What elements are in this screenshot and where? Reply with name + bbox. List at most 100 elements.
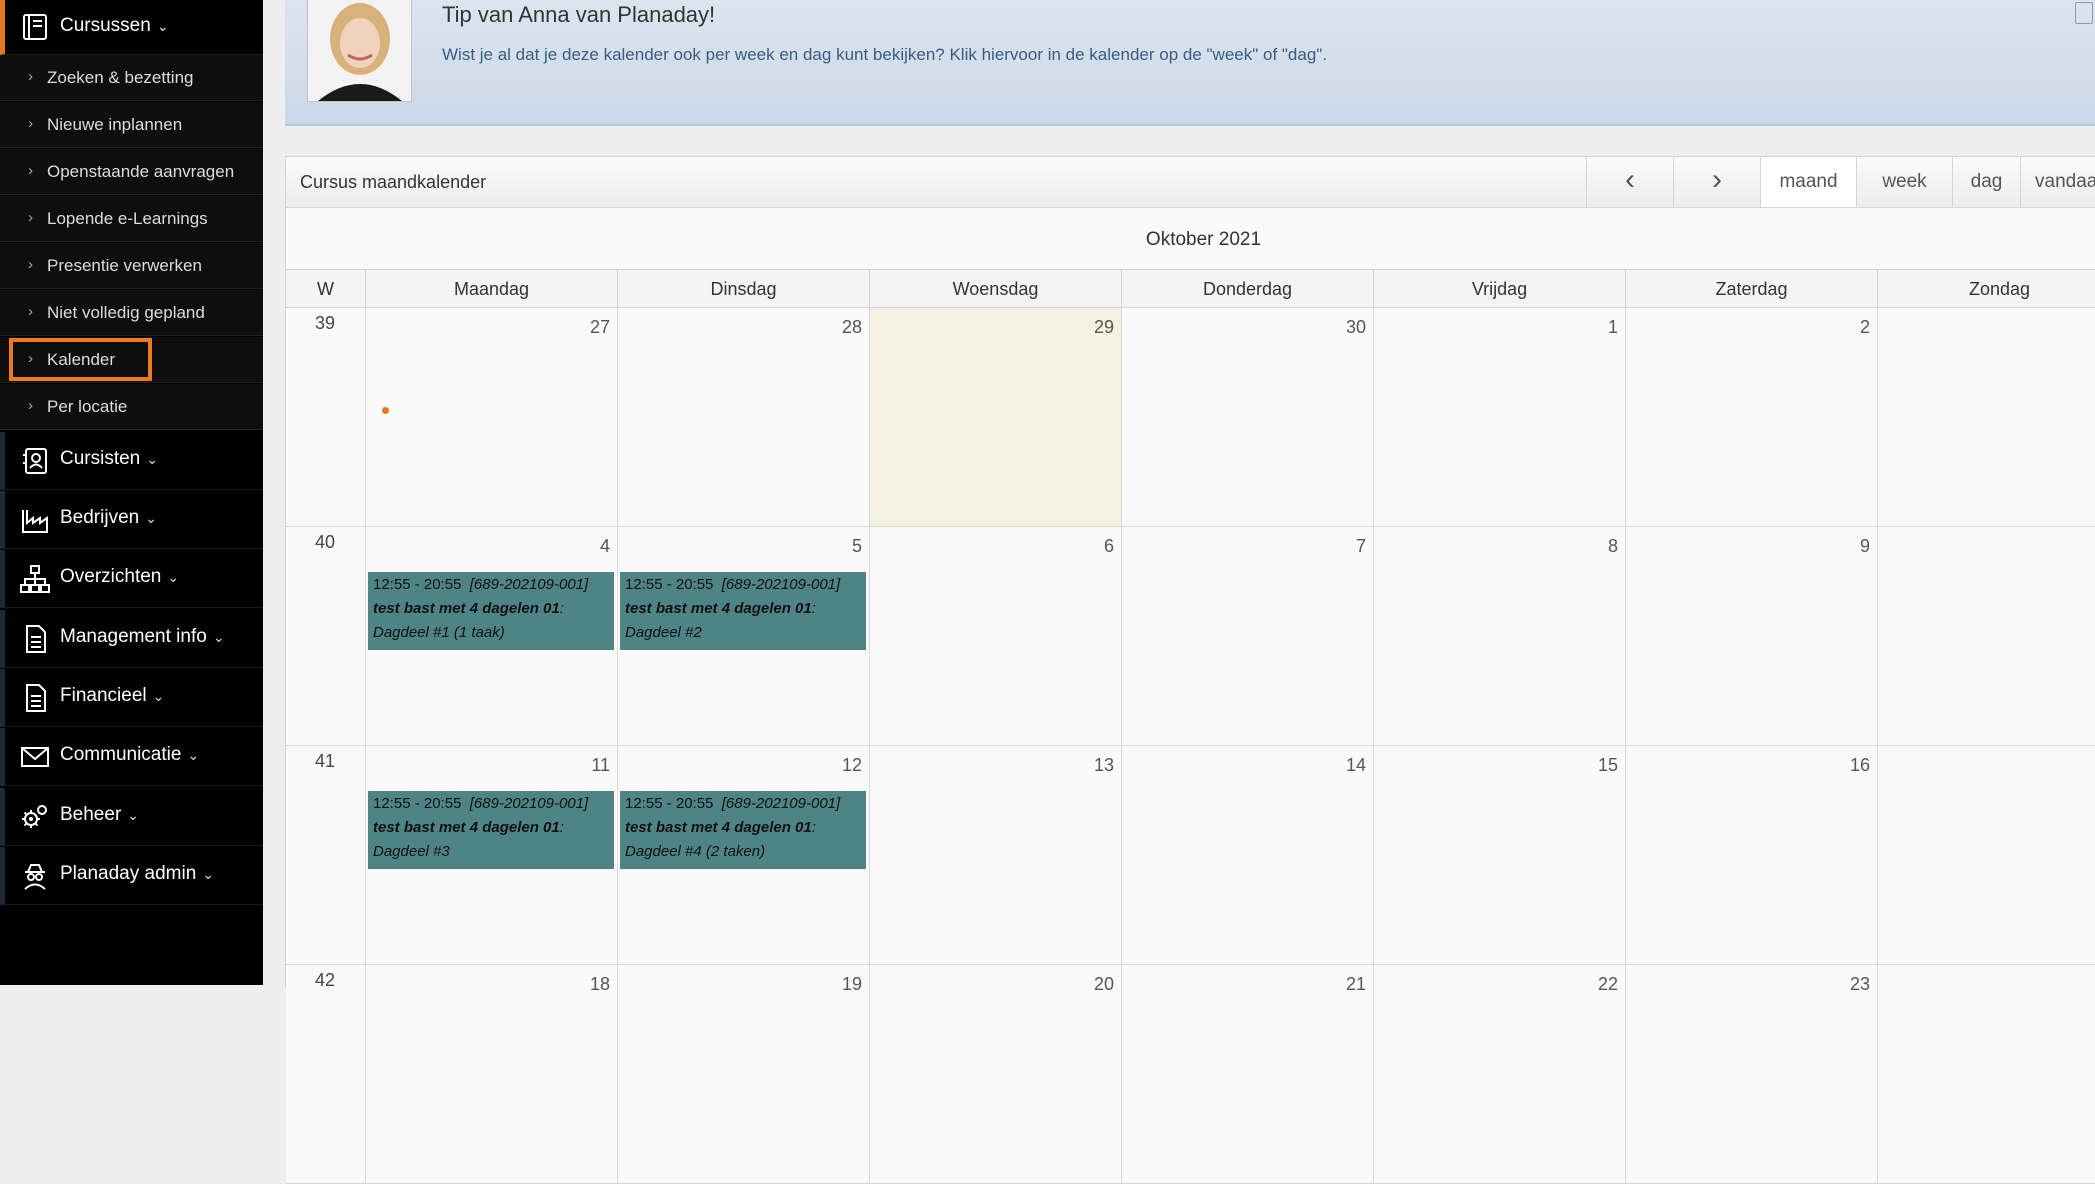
- day-number[interactable]: 12: [842, 755, 862, 776]
- next-button[interactable]: ›: [1673, 157, 1760, 207]
- day-number[interactable]: 5: [852, 536, 862, 557]
- day-header-woensdag: Woensdag: [869, 269, 1121, 308]
- day-number[interactable]: 9: [1860, 536, 1870, 557]
- chevron-left-icon: ‹: [1625, 163, 1635, 196]
- day-cell[interactable]: 6: [869, 527, 1121, 746]
- chevron-down-icon: ⌄: [187, 747, 200, 763]
- day-cell[interactable]: 13: [869, 746, 1121, 965]
- day-cell[interactable]: 20: [869, 965, 1121, 1184]
- day-number[interactable]: 27: [590, 317, 610, 338]
- sidebar-item-openstaande-aanvragen[interactable]: › Openstaande aanvragen: [0, 149, 263, 195]
- caret-icon: ›: [28, 256, 33, 273]
- chevron-down-icon: ⌄: [127, 807, 140, 823]
- sidebar-item-nieuwe-inplannen[interactable]: › Nieuwe inplannen: [0, 102, 263, 148]
- day-number[interactable]: 16: [1850, 755, 1870, 776]
- view-week-button[interactable]: week: [1856, 157, 1952, 207]
- sidebar-item-lopende-e-learnings[interactable]: › Lopende e-Learnings: [0, 196, 263, 242]
- day-cell[interactable]: 29: [869, 308, 1121, 527]
- sidebar-item-presentie-verwerken[interactable]: › Presentie verwerken: [0, 243, 263, 289]
- day-number[interactable]: 28: [842, 317, 862, 338]
- caret-icon: ›: [28, 397, 33, 414]
- day-cell[interactable]: 23: [1625, 965, 1877, 1184]
- day-cell[interactable]: [1877, 965, 2095, 1184]
- day-cell[interactable]: 21: [1121, 965, 1373, 1184]
- day-header-zondag: Zondag: [1877, 269, 2095, 308]
- day-number[interactable]: 8: [1608, 536, 1618, 557]
- day-number[interactable]: 15: [1598, 755, 1618, 776]
- day-cell[interactable]: [1877, 527, 2095, 746]
- calendar-title: Cursus maandkalender: [300, 172, 487, 192]
- day-cell[interactable]: 16: [1625, 746, 1877, 965]
- day-cell[interactable]: [1877, 308, 2095, 527]
- nav-section-financieel[interactable]: Financieel ⌄: [0, 669, 263, 727]
- sidebar-item-label: Presentie verwerken: [47, 256, 202, 275]
- day-cell[interactable]: 30: [1121, 308, 1373, 527]
- day-cell[interactable]: 14: [1121, 746, 1373, 965]
- day-cell[interactable]: 15: [1373, 746, 1625, 965]
- day-cell[interactable]: 22: [1373, 965, 1625, 1184]
- sidebar-item-per-locatie[interactable]: › Per locatie: [0, 384, 263, 430]
- nav-section-management-info[interactable]: Management info ⌄: [0, 610, 263, 668]
- nav-section-bedrijven[interactable]: Bedrijven ⌄: [0, 491, 263, 549]
- day-cell[interactable]: 8: [1373, 527, 1625, 746]
- nav-section-cursisten[interactable]: Cursisten ⌄: [0, 432, 263, 490]
- week-number: 41: [314, 751, 336, 771]
- day-number[interactable]: 13: [1094, 755, 1114, 776]
- view-dag-button[interactable]: dag: [1952, 157, 2020, 207]
- day-cell[interactable]: 2: [1625, 308, 1877, 527]
- tip-title: Tip van Anna van Planaday!: [442, 2, 716, 27]
- day-cell[interactable]: 9: [1625, 527, 1877, 746]
- sitemap-icon: [20, 565, 50, 593]
- day-cell[interactable]: 7: [1121, 527, 1373, 746]
- caret-icon: ›: [28, 209, 33, 226]
- nav-section-communicatie[interactable]: Communicatie ⌄: [0, 728, 263, 786]
- calendar-event[interactable]: 12:55 - 20:55 [689-202109-001] test bast …: [620, 791, 866, 869]
- day-cell[interactable]: [1877, 746, 2095, 965]
- day-cell[interactable]: 27: [365, 308, 617, 527]
- chevron-down-icon: ⌄: [145, 510, 157, 526]
- prev-button[interactable]: ‹: [1586, 157, 1673, 207]
- nav-section-overzichten[interactable]: Overzichten ⌄: [0, 550, 263, 608]
- calendar-event[interactable]: 12:55 - 20:55 [689-202109-001] test bast …: [368, 572, 614, 650]
- day-number[interactable]: 7: [1356, 536, 1366, 557]
- day-number[interactable]: 29: [1094, 317, 1114, 338]
- view-vandaag-button[interactable]: vandaag: [2020, 157, 2095, 207]
- day-header-zaterdag: Zaterdag: [1625, 269, 1877, 308]
- event-title: test bast met 4 dagelen 01: [625, 819, 812, 836]
- event-title: test bast met 4 dagelen 01: [625, 600, 812, 617]
- tip-banner: Tip van Anna van Planaday! Wist je al da…: [285, 0, 2095, 126]
- day-cell[interactable]: 1: [1373, 308, 1625, 527]
- sidebar-item-niet-volledig-gepland[interactable]: › Niet volledig gepland: [0, 290, 263, 336]
- close-icon[interactable]: [2075, 2, 2093, 24]
- nav-section-planaday-admin[interactable]: Planaday admin ⌄: [0, 847, 263, 905]
- chevron-right-icon: ›: [1712, 163, 1722, 196]
- week-number-cell: 40: [286, 527, 365, 746]
- sidebar-item-kalender[interactable]: › Kalender: [0, 337, 263, 383]
- chevron-down-icon: ⌄: [202, 866, 214, 882]
- day-cell[interactable]: 28: [617, 308, 869, 527]
- sidebar-item-zoeken-bezetting[interactable]: › Zoeken & bezetting: [0, 55, 263, 101]
- nav-section-label: Beheer: [60, 804, 122, 825]
- calendar-event[interactable]: 12:55 - 20:55 [689-202109-001] test bast …: [368, 791, 614, 869]
- sidebar-item-label: Niet volledig gepland: [47, 303, 205, 322]
- view-maand-button[interactable]: maand: [1760, 157, 1856, 207]
- avatar: [307, 0, 412, 102]
- day-number[interactable]: 6: [1104, 536, 1114, 557]
- day-number[interactable]: 1: [1608, 317, 1618, 338]
- day-number[interactable]: 30: [1346, 317, 1366, 338]
- calendar-event[interactable]: 12:55 - 20:55 [689-202109-001] test bast …: [620, 572, 866, 650]
- event-dot-marker[interactable]: [382, 407, 389, 414]
- book-icon: [23, 14, 47, 40]
- day-cell[interactable]: 19: [617, 965, 869, 1184]
- day-number[interactable]: 4: [600, 536, 610, 557]
- chevron-down-icon: ⌄: [146, 451, 158, 467]
- day-header-donderdag: Donderdag: [1121, 269, 1373, 308]
- day-cell[interactable]: 18: [365, 965, 617, 1184]
- envelope-icon: [21, 747, 49, 767]
- nav-section-cursussen[interactable]: Cursussen ⌄: [0, 0, 263, 55]
- nav-section-beheer[interactable]: Beheer ⌄: [0, 788, 263, 846]
- event-part: Dagdeel #3: [373, 843, 450, 860]
- day-number[interactable]: 2: [1860, 317, 1870, 338]
- day-number[interactable]: 11: [591, 755, 610, 776]
- day-number[interactable]: 14: [1346, 755, 1366, 776]
